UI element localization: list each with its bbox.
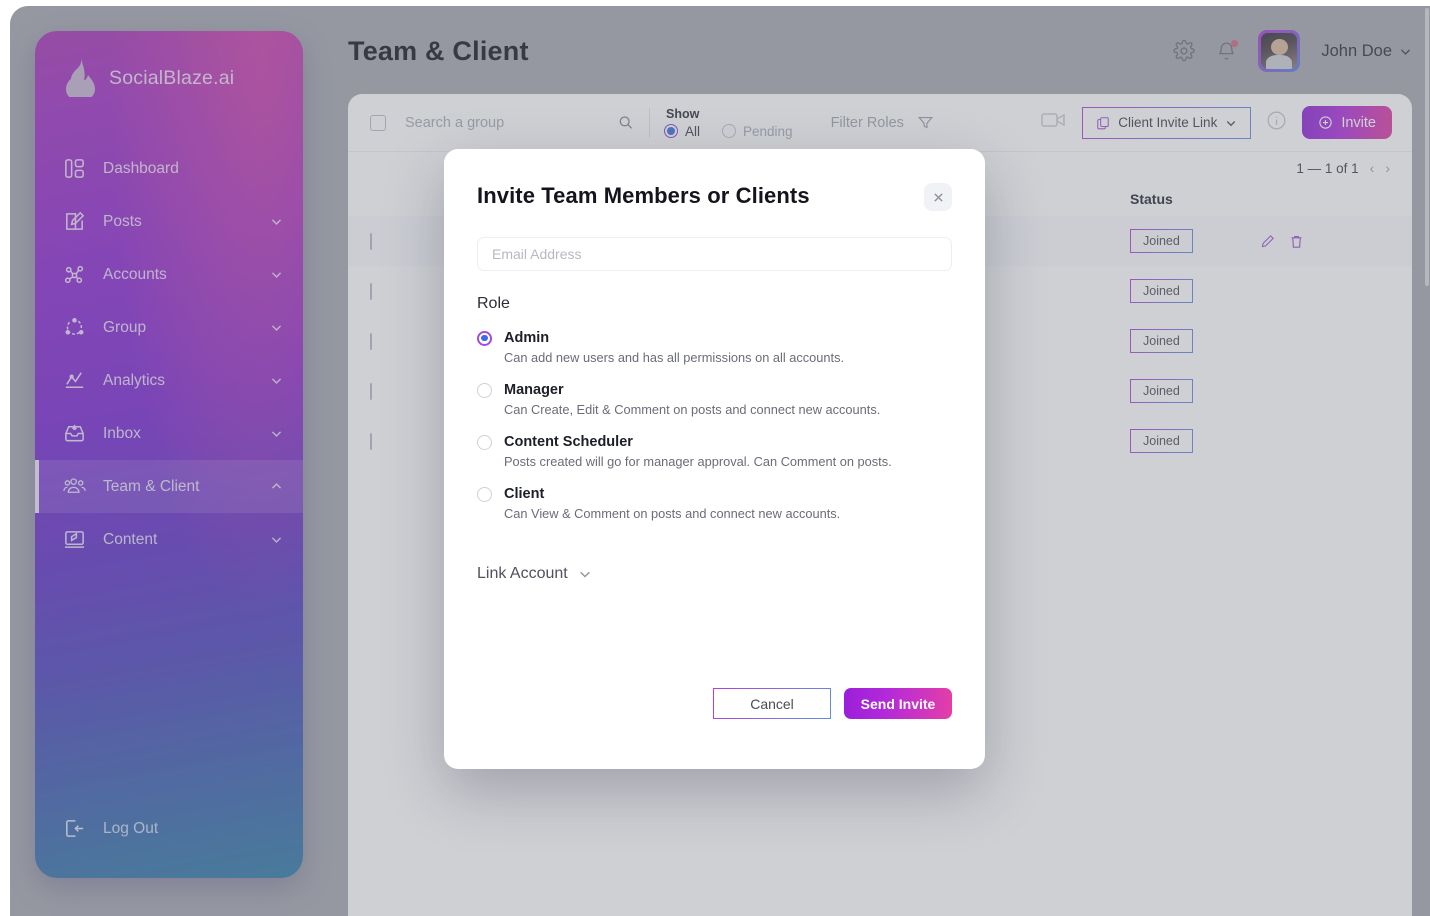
email-field[interactable] (477, 237, 952, 271)
scrollbar-thumb[interactable] (1425, 8, 1429, 286)
link-account-label: Link Account (477, 565, 568, 582)
chevron-down-icon (579, 571, 590, 578)
role-description: Can View & Comment on posts and connect … (504, 506, 841, 521)
link-account-toggle[interactable]: Link Account (477, 565, 952, 583)
viewport: SocialBlaze.ai Dashboard Posts Accounts … (10, 6, 1430, 916)
role-description: Posts created will go for manager approv… (504, 454, 892, 469)
role-option-admin[interactable]: Admin Can add new users and has all perm… (477, 330, 952, 365)
radio-content-scheduler[interactable] (477, 434, 492, 450)
role-section-label: Role (477, 295, 510, 312)
role-option-manager[interactable]: Manager Can Create, Edit & Comment on po… (477, 382, 952, 417)
role-name: Client (504, 486, 545, 502)
role-option-content-scheduler[interactable]: Content Scheduler Posts created will go … (477, 434, 952, 469)
invite-modal: Invite Team Members or Clients Role Admi… (444, 149, 985, 769)
role-description: Can add new users and has all permission… (504, 350, 845, 365)
radio-admin[interactable] (477, 330, 492, 346)
role-description: Can Create, Edit & Comment on posts and … (504, 402, 881, 417)
radio-manager[interactable] (477, 382, 492, 398)
cancel-button[interactable]: Cancel (713, 688, 831, 719)
scrollbar[interactable] (1425, 6, 1430, 916)
modal-title: Invite Team Members or Clients (477, 183, 810, 208)
modal-overlay[interactable]: Invite Team Members or Clients Role Admi… (10, 6, 1430, 916)
role-option-client[interactable]: Client Can View & Comment on posts and c… (477, 486, 952, 521)
close-icon[interactable] (924, 183, 952, 211)
app-window: SocialBlaze.ai Dashboard Posts Accounts … (0, 0, 1430, 916)
send-invite-button[interactable]: Send Invite (844, 688, 952, 719)
modal-actions: Cancel Send Invite (444, 688, 952, 719)
role-name: Content Scheduler (504, 434, 633, 450)
role-name: Admin (504, 330, 550, 346)
radio-client[interactable] (477, 486, 492, 502)
role-name: Manager (504, 382, 564, 398)
